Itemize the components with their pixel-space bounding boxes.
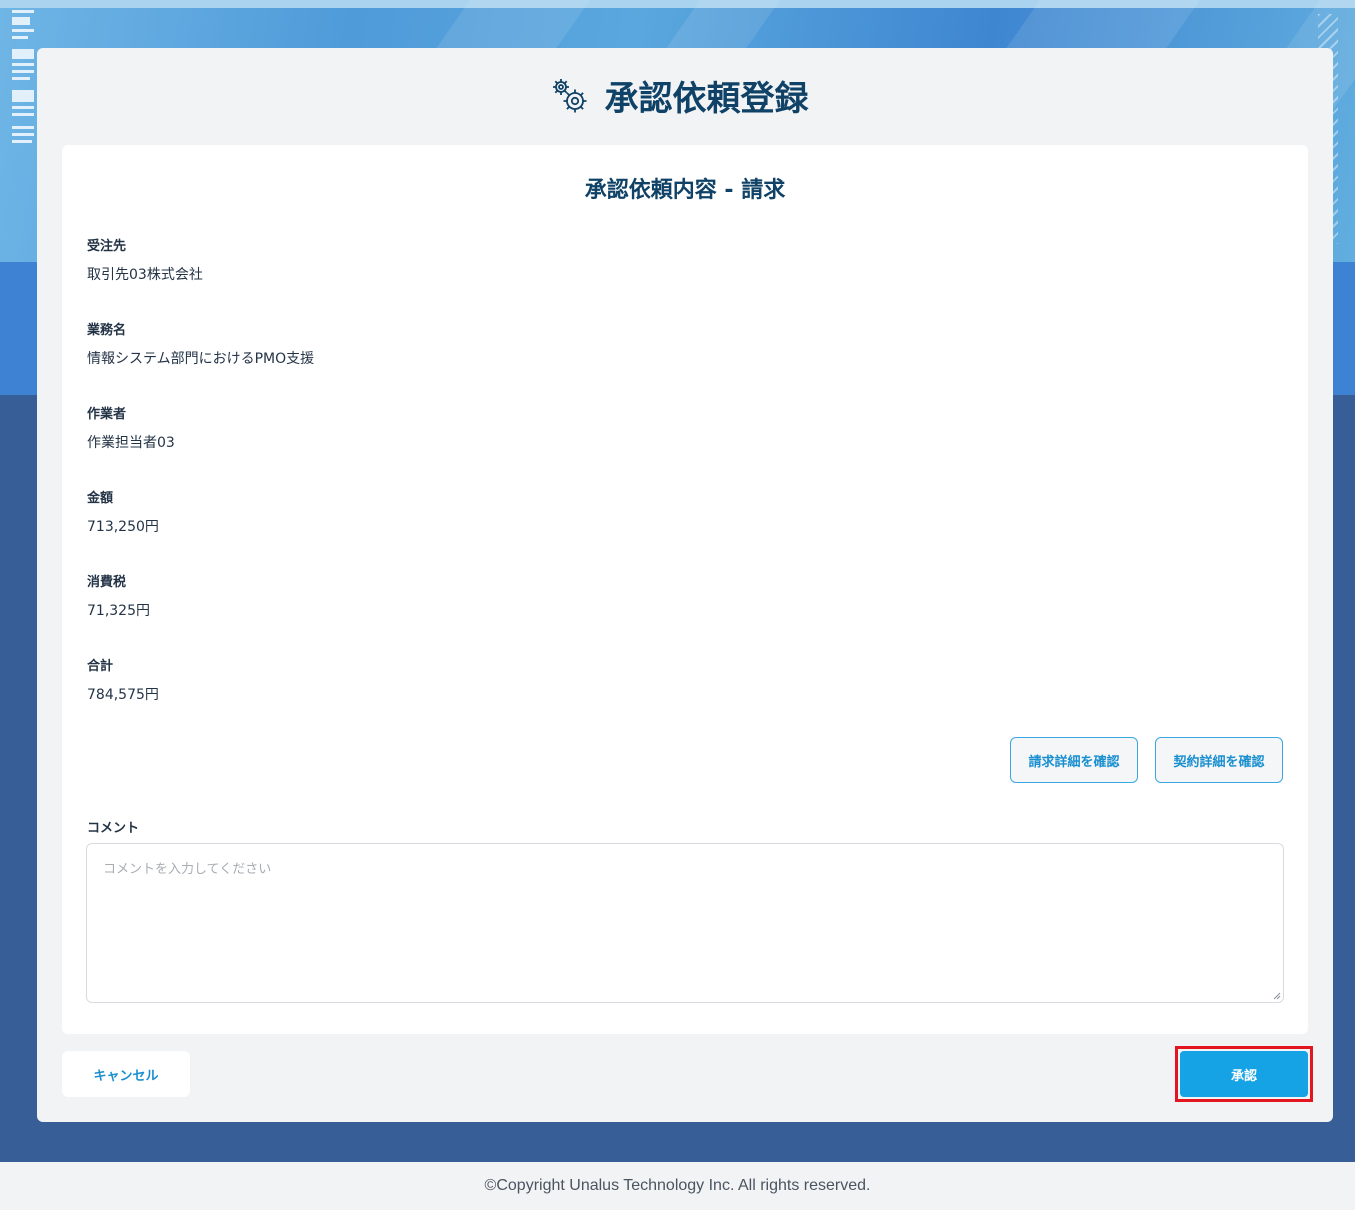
- approve-button[interactable]: 承認: [1180, 1051, 1308, 1097]
- field-value-tax: 71,325円: [87, 603, 150, 619]
- cancel-button[interactable]: キャンセル: [62, 1051, 190, 1097]
- contract-detail-button[interactable]: 契約詳細を確認: [1155, 737, 1283, 783]
- field-value-project: 情報システム部門におけるPMO支援: [87, 351, 315, 367]
- field-value-worker: 作業担当者03: [87, 435, 175, 451]
- field-label-amount: 金額: [87, 491, 114, 506]
- gear-icon: [552, 79, 586, 113]
- field-label-tax: 消費税: [87, 575, 127, 590]
- copyright-text: ©Copyright Unalus Technology Inc. All ri…: [484, 1177, 871, 1194]
- field-value-amount: 713,250円: [87, 519, 159, 535]
- invoice-detail-button[interactable]: 請求詳細を確認: [1010, 737, 1138, 783]
- field-label-project: 業務名: [87, 323, 127, 338]
- field-label-worker: 作業者: [87, 407, 127, 422]
- field-value-total: 784,575円: [87, 687, 159, 703]
- field-label-total: 合計: [87, 659, 114, 674]
- page-header: 承認依頼登録: [0, 70, 1355, 120]
- footer: ©Copyright Unalus Technology Inc. All ri…: [0, 1162, 1355, 1210]
- resize-handle-icon[interactable]: [1271, 990, 1281, 1000]
- panel-title: 承認依頼内容 - 請求: [584, 178, 786, 203]
- field-value-client: 取引先03株式会社: [87, 267, 203, 283]
- comment-input[interactable]: [86, 843, 1284, 1003]
- field-label-client: 受注先: [87, 239, 127, 254]
- comment-label: コメント: [87, 821, 140, 836]
- page-title: 承認依頼登録: [604, 78, 809, 119]
